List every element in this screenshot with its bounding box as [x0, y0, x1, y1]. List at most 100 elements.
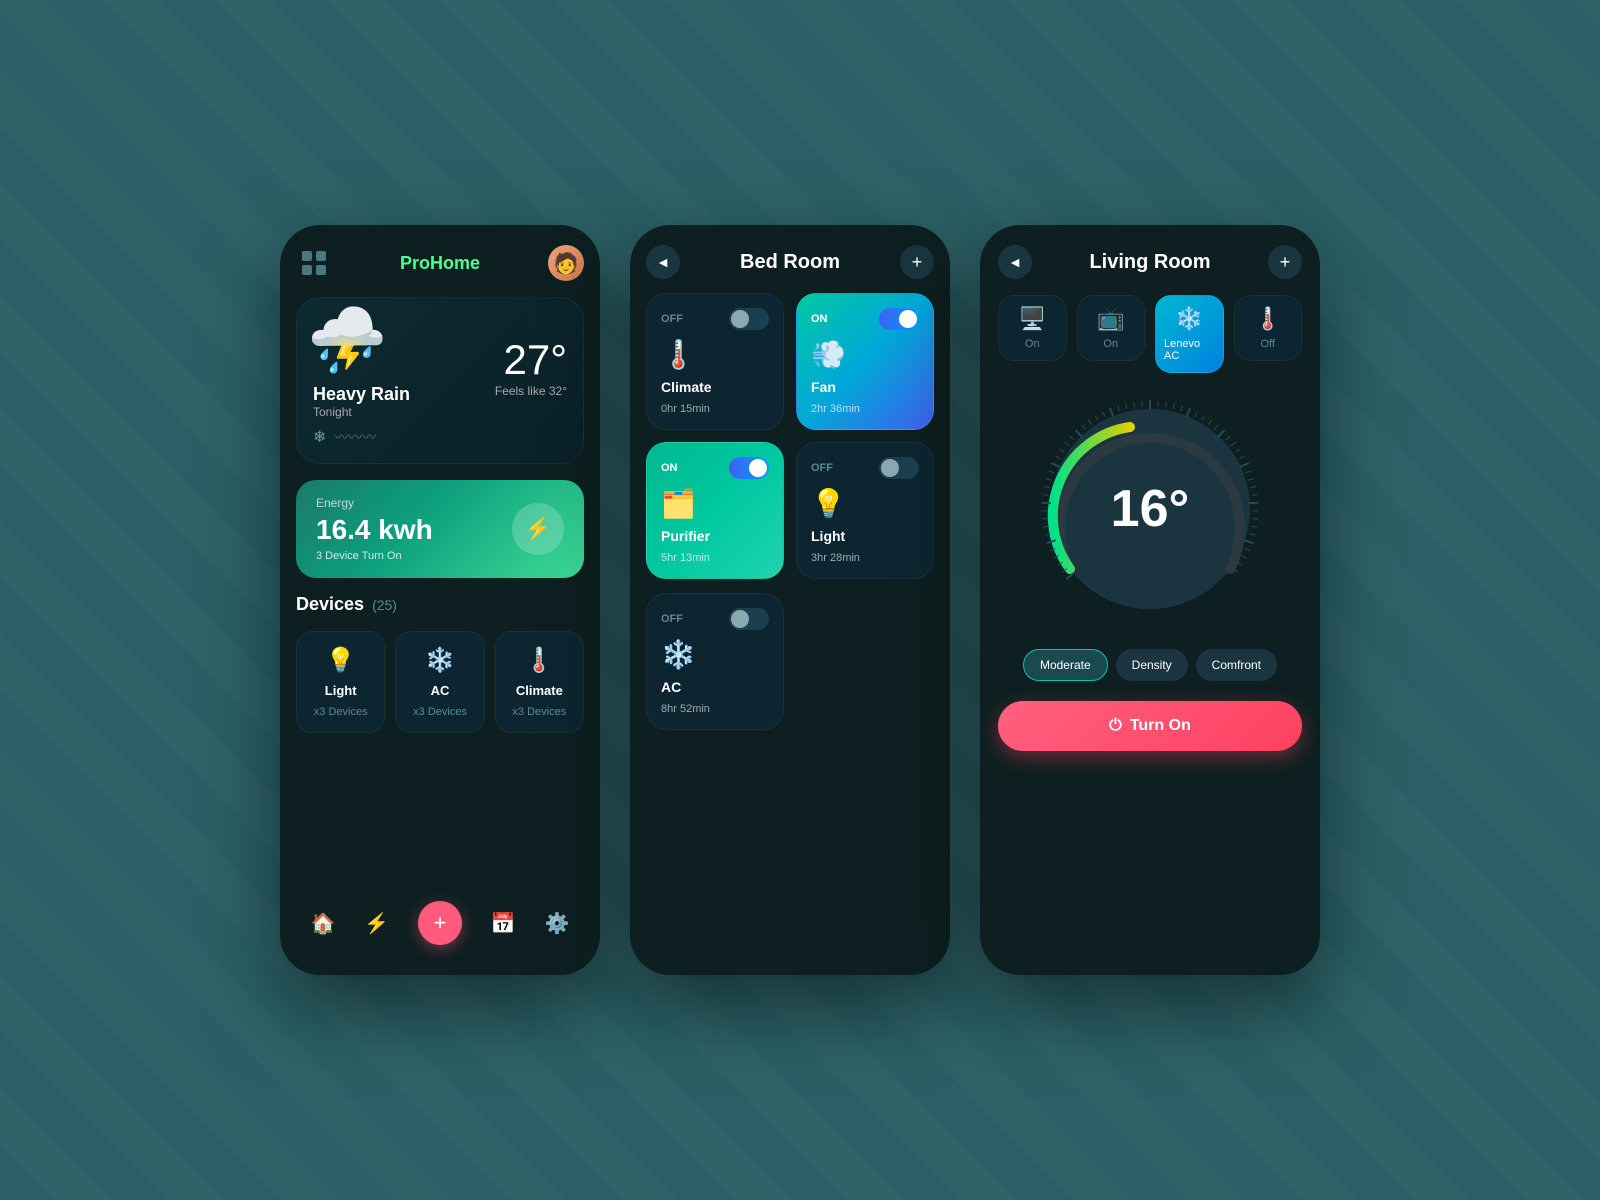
ac-status: OFF: [661, 613, 683, 625]
ac-device-name: AC: [661, 679, 769, 695]
living-add-button[interactable]: +: [1268, 245, 1302, 279]
device-ac[interactable]: ❄️ AC x3 Devices: [395, 631, 484, 733]
bottom-nav: 🏠 ⚡ + 📅 ⚙️: [296, 891, 584, 955]
turn-on-button[interactable]: ⏻ Turn On: [998, 701, 1302, 751]
weather-icon: ⛈️: [307, 308, 387, 372]
fan-device-name: Fan: [811, 379, 919, 395]
mode-comfort[interactable]: Comfront: [1196, 649, 1277, 681]
thermostat-section: 16° Moderate Density Comfront ⏻ Turn On: [998, 389, 1302, 751]
fan-device-icon: 💨: [811, 338, 919, 371]
living-device-tv[interactable]: 📺 On: [1077, 295, 1146, 361]
livingroom-screen: ◄ Living Room + 🖥️ On 📺 On ❄️ Lenevo AC …: [980, 225, 1320, 975]
prohome-screen: ProHome 🧑 ⛈️ Heavy Rain Tonight 27° Feel…: [280, 225, 600, 975]
living-temp-icon: 🌡️: [1254, 306, 1281, 332]
energy-nav-icon[interactable]: ⚡: [364, 911, 389, 936]
temperature-display: 27°: [495, 336, 567, 384]
climate-status: OFF: [661, 313, 683, 325]
device-climate-count: x3 Devices: [512, 706, 566, 718]
device-ac-name: AC: [431, 683, 450, 698]
living-device-temp[interactable]: 🌡️ Off: [1234, 295, 1303, 361]
bedroom-device-grid: OFF 🌡️ Climate 0hr 15min ON 💨: [646, 293, 934, 579]
bedroom-ac-row: OFF ❄️ AC 8hr 52min: [646, 593, 934, 730]
climate-device-time: 0hr 15min: [661, 403, 769, 415]
bedroom-fan[interactable]: ON 💨 Fan 2hr 36min: [796, 293, 934, 430]
weather-card: ⛈️ Heavy Rain Tonight 27° Feels like 32°…: [296, 297, 584, 464]
ac-icon: ❄️: [425, 646, 455, 675]
fan-status: ON: [811, 313, 828, 325]
prohome-header: ProHome 🧑: [296, 245, 584, 281]
mode-density[interactable]: Density: [1116, 649, 1188, 681]
purifier-toggle[interactable]: [729, 457, 769, 479]
bedroom-light[interactable]: OFF 💡 Light 3hr 28min: [796, 442, 934, 579]
bedroom-back-button[interactable]: ◄: [646, 245, 680, 279]
settings-nav-icon[interactable]: ⚙️: [545, 911, 570, 936]
devices-title: Devices: [296, 594, 364, 615]
light-icon: 💡: [326, 646, 356, 675]
fan-device-time: 2hr 36min: [811, 403, 919, 415]
climate-device-name: Climate: [661, 379, 769, 395]
bedroom-ac[interactable]: OFF ❄️ AC 8hr 52min: [646, 593, 784, 730]
purifier-device-name: Purifier: [661, 528, 769, 544]
living-device-washer[interactable]: 🖥️ On: [998, 295, 1067, 361]
feels-like: Feels like 32°: [495, 384, 567, 398]
living-title: Living Room: [1089, 251, 1210, 274]
living-back-button[interactable]: ◄: [998, 245, 1032, 279]
light-device-name: Light: [811, 528, 919, 544]
washer-icon: 🖥️: [1019, 306, 1046, 332]
purifier-status: ON: [661, 462, 678, 474]
device-climate[interactable]: 🌡️ Climate x3 Devices: [495, 631, 584, 733]
energy-icon: ⚡: [512, 503, 564, 555]
device-climate-name: Climate: [516, 683, 563, 698]
purifier-device-time: 5hr 13min: [661, 552, 769, 564]
devices-count: (25): [372, 597, 397, 613]
home-nav-icon[interactable]: 🏠: [310, 911, 335, 936]
device-light[interactable]: 💡 Light x3 Devices: [296, 631, 385, 733]
user-avatar[interactable]: 🧑: [548, 245, 584, 281]
living-header: ◄ Living Room +: [998, 245, 1302, 279]
power-icon: ⏻: [1109, 717, 1122, 735]
bedroom-purifier[interactable]: ON 🗂️ Purifier 5hr 13min: [646, 442, 784, 579]
ac-device-icon: ❄️: [661, 638, 769, 671]
ac-toggle[interactable]: [729, 608, 769, 630]
light-device-time: 3hr 28min: [811, 552, 919, 564]
grid-menu-icon[interactable]: [296, 245, 332, 281]
bedroom-climate[interactable]: OFF 🌡️ Climate 0hr 15min: [646, 293, 784, 430]
screens-container: ProHome 🧑 ⛈️ Heavy Rain Tonight 27° Feel…: [280, 225, 1320, 975]
turn-on-label: Turn On: [1130, 717, 1191, 735]
purifier-device-icon: 🗂️: [661, 487, 769, 520]
add-button[interactable]: +: [418, 901, 462, 945]
device-light-count: x3 Devices: [314, 706, 368, 718]
bedroom-header: ◄ Bed Room +: [646, 245, 934, 279]
climate-device-icon: 🌡️: [661, 338, 769, 371]
living-device-chips: 🖥️ On 📺 On ❄️ Lenevo AC 🌡️ Off: [998, 295, 1302, 373]
bedroom-screen: ◄ Bed Room + OFF 🌡️ Climate 0hr 15min: [630, 225, 950, 975]
ac-device-time: 8hr 52min: [661, 703, 769, 715]
bedroom-title: Bed Room: [740, 251, 840, 274]
living-ac-icon: ❄️: [1176, 306, 1203, 332]
climate-icon: 🌡️: [524, 646, 554, 675]
light-device-icon: 💡: [811, 487, 919, 520]
calendar-nav-icon[interactable]: 📅: [491, 911, 516, 936]
devices-header: Devices (25): [296, 594, 584, 615]
gauge-temperature: 16°: [1111, 479, 1190, 539]
weather-condition: Heavy Rain: [313, 384, 410, 405]
wind-icon: 〰〰〰: [334, 427, 376, 447]
fan-toggle[interactable]: [879, 308, 919, 330]
snow-icon: ❄: [313, 427, 326, 447]
light-status: OFF: [811, 462, 833, 474]
energy-card: Energy 16.4 kwh 3 Device Turn On ⚡: [296, 480, 584, 578]
device-light-name: Light: [325, 683, 357, 698]
app-title: ProHome: [400, 253, 480, 274]
weather-time: Tonight: [313, 405, 410, 419]
device-grid: 💡 Light x3 Devices ❄️ AC x3 Devices 🌡️ C…: [296, 631, 584, 733]
living-device-ac[interactable]: ❄️ Lenevo AC: [1155, 295, 1224, 373]
device-ac-count: x3 Devices: [413, 706, 467, 718]
light-toggle[interactable]: [879, 457, 919, 479]
energy-sub: 3 Device Turn On: [316, 550, 433, 562]
mode-buttons: Moderate Density Comfront: [1023, 649, 1277, 681]
temperature-gauge: 16°: [1030, 389, 1270, 629]
bedroom-add-button[interactable]: +: [900, 245, 934, 279]
climate-toggle[interactable]: [729, 308, 769, 330]
energy-value: 16.4 kwh: [316, 514, 433, 546]
mode-moderate[interactable]: Moderate: [1023, 649, 1108, 681]
